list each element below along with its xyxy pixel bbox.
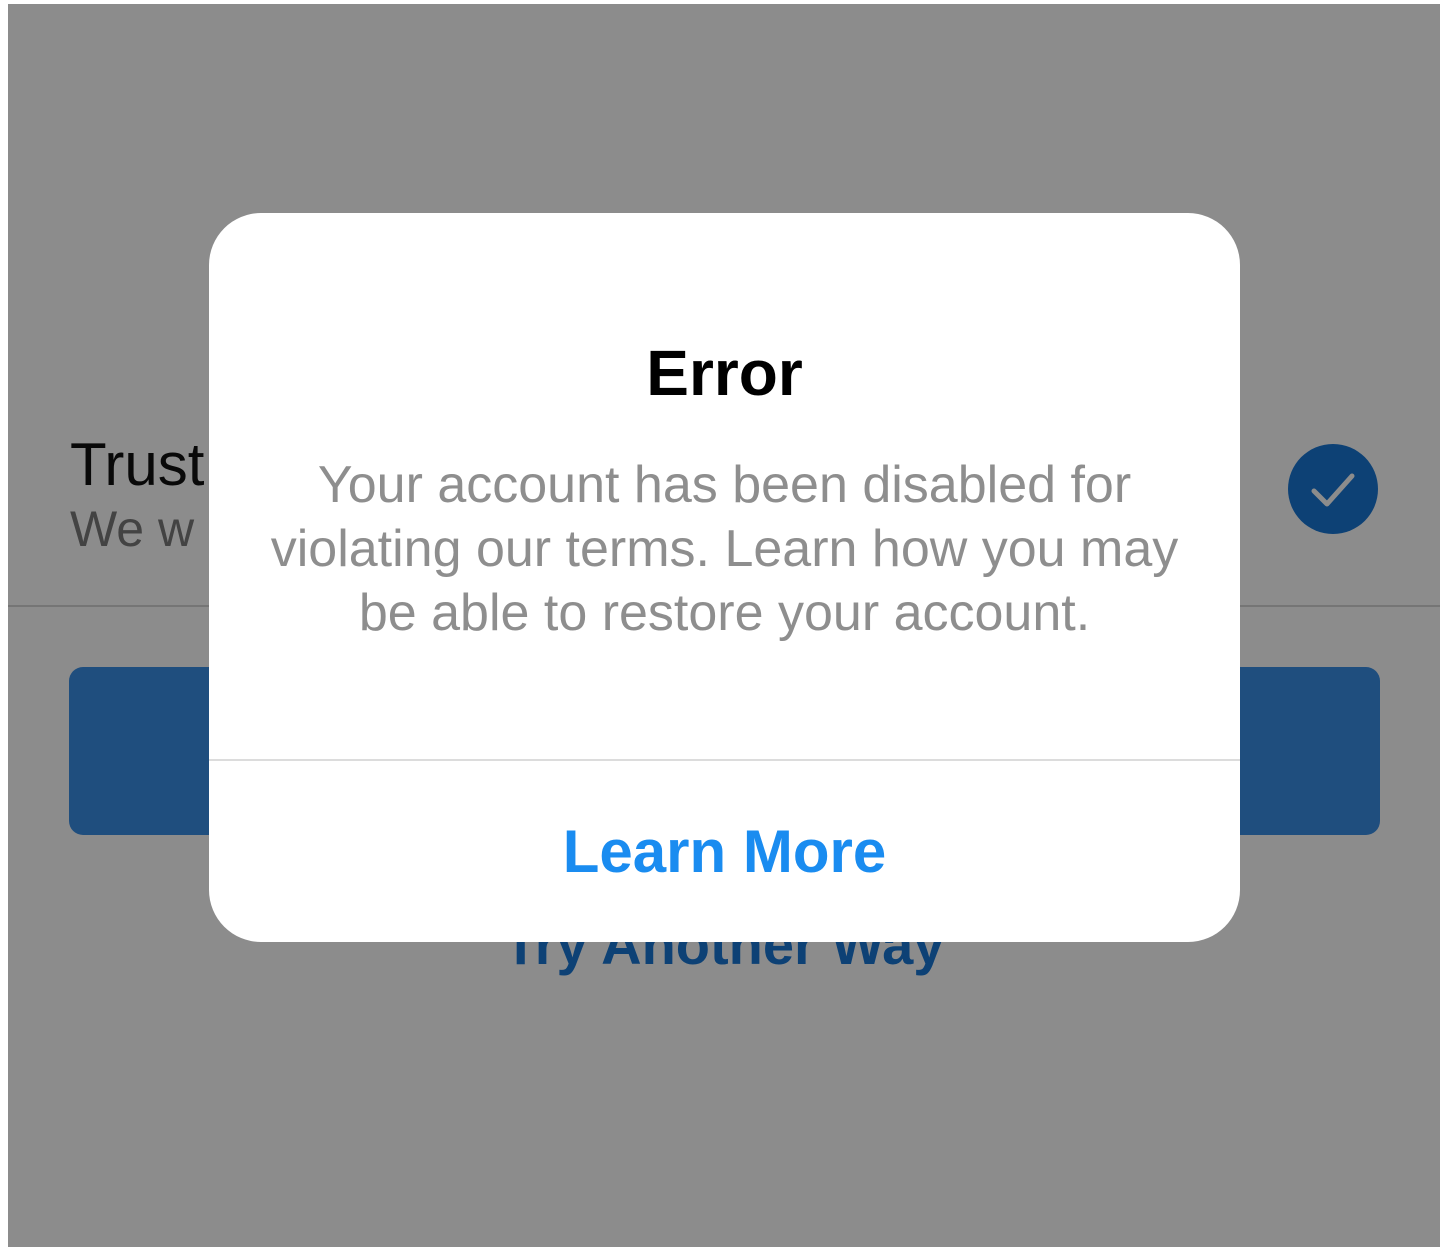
alert-title: Error: [646, 337, 803, 409]
error-alert-dialog: Error Your account has been disabled for…: [209, 213, 1240, 942]
alert-message: Your account has been disabled for viola…: [270, 456, 1179, 642]
screen: Trust We w Try Another Way Error Your ac…: [8, 4, 1440, 1247]
learn-more-button[interactable]: Learn More: [209, 761, 1240, 942]
